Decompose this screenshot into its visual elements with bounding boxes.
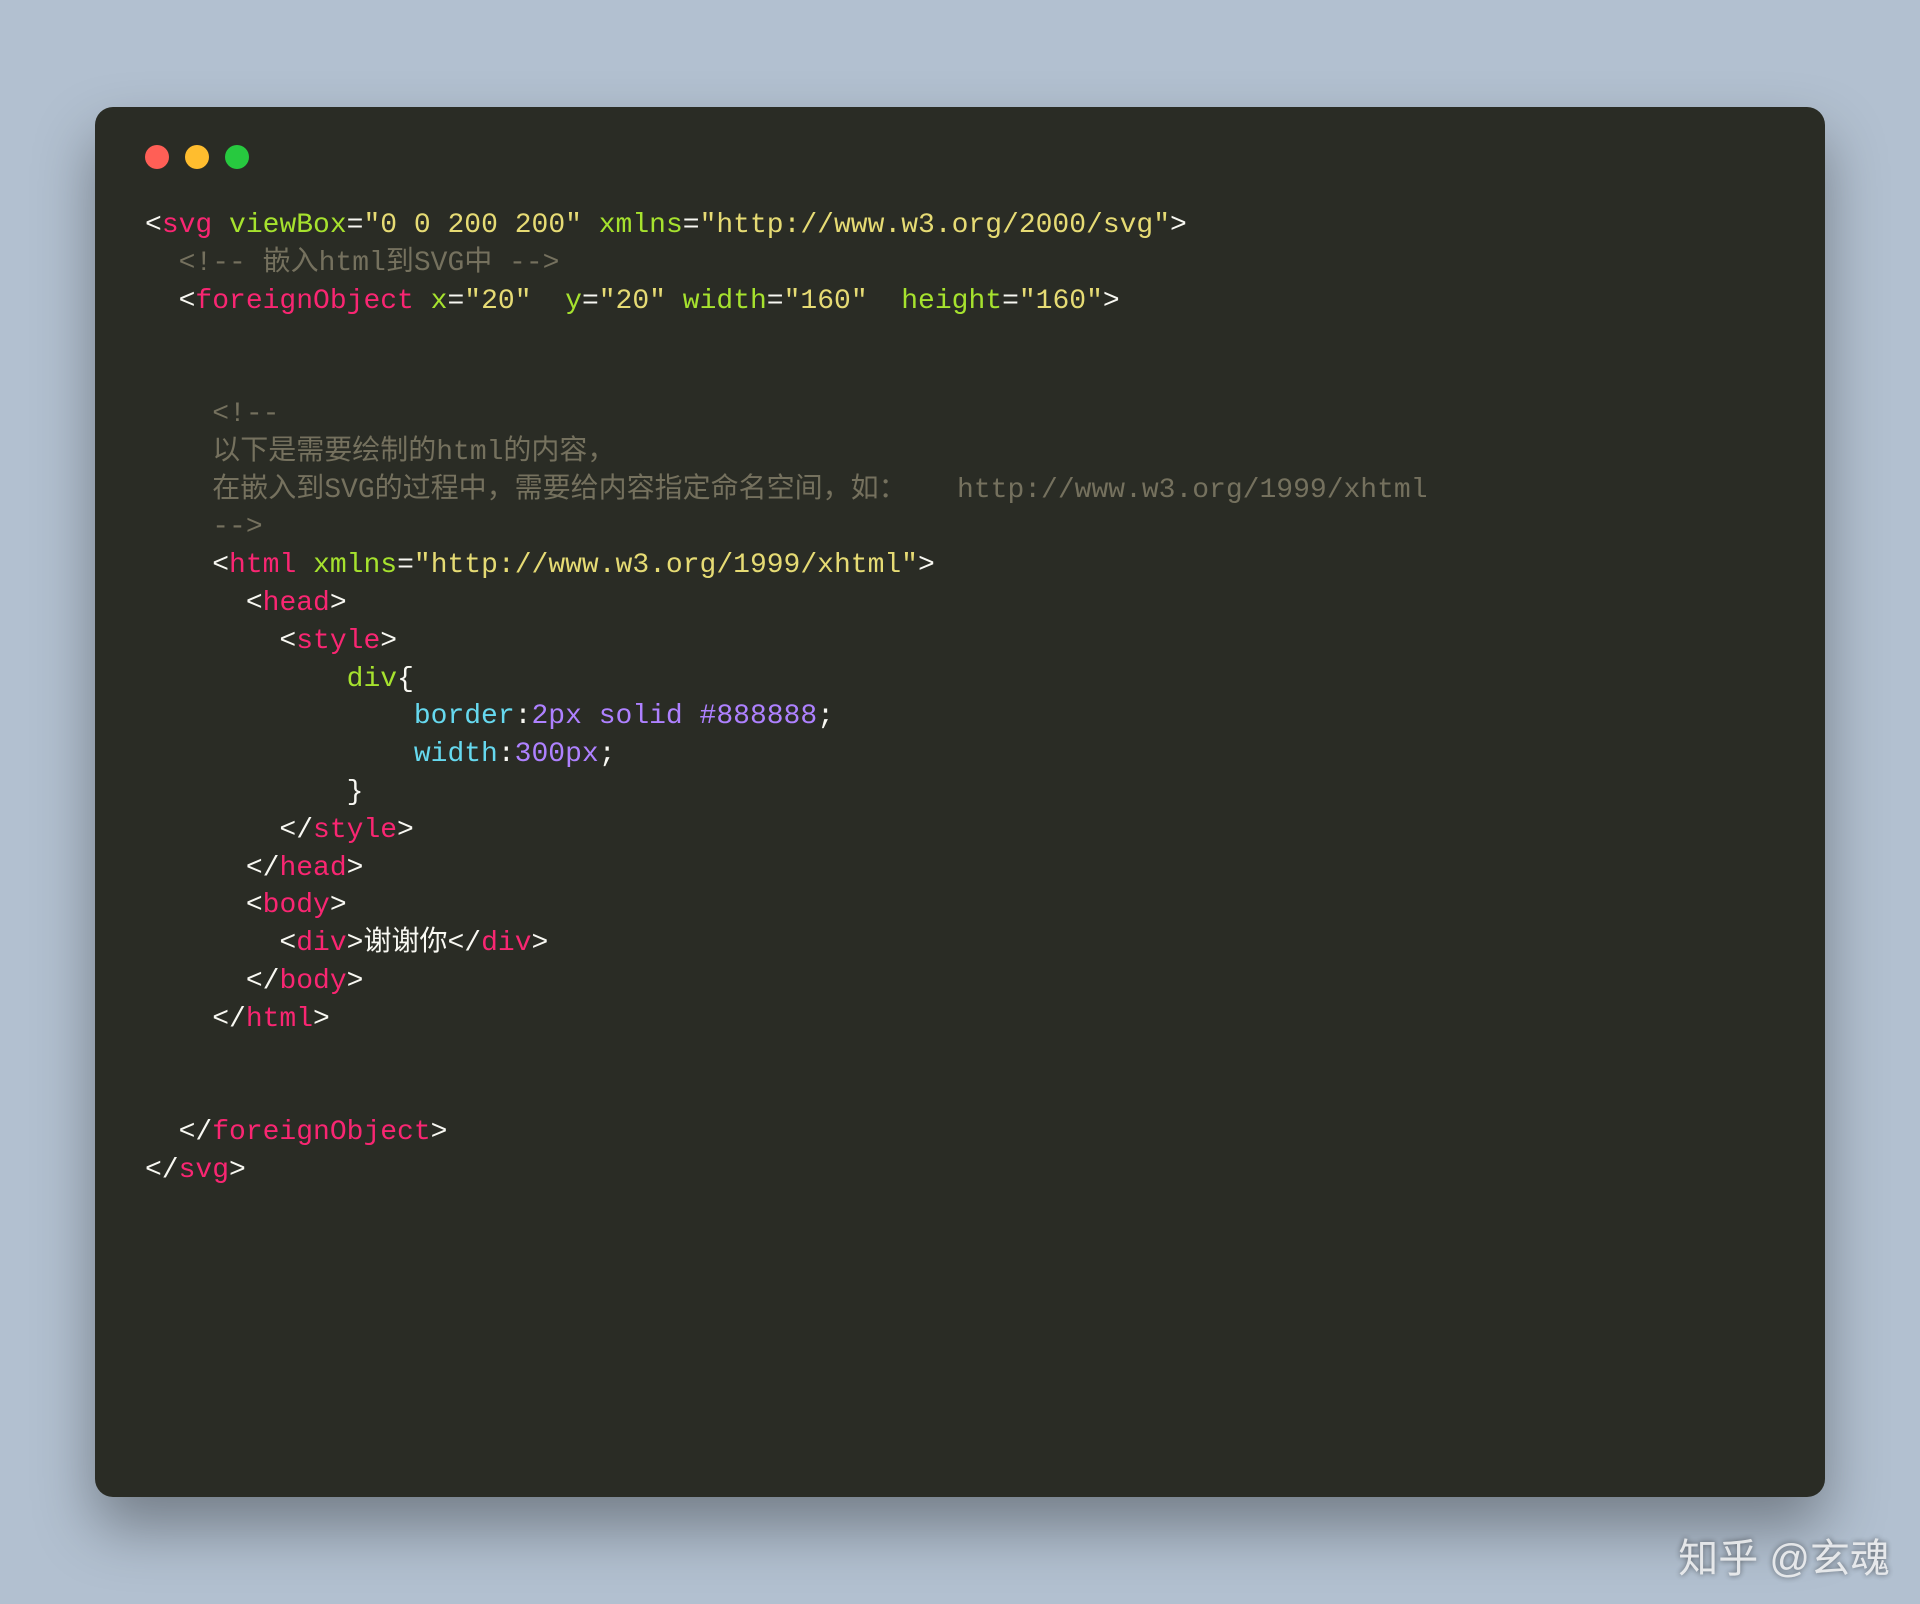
code-line: </foreignObject> [145, 1117, 447, 1148]
code-line: <foreignObject x="20" y="20" width="160"… [145, 286, 1120, 317]
code-line: <html xmlns="http://www.w3.org/1999/xhtm… [145, 550, 935, 581]
minimize-icon[interactable] [185, 145, 209, 169]
code-line: </body> [145, 966, 363, 997]
code-line: <head> [145, 588, 347, 619]
code-line: } [145, 777, 363, 808]
code-line: width:300px; [145, 739, 616, 770]
code-line: border:2px solid #888888; [145, 701, 834, 732]
code-line: 在嵌入到SVG的过程中，需要给内容指定命名空间，如： http://www.w3… [145, 475, 1428, 506]
close-icon[interactable] [145, 145, 169, 169]
code-window: <svg viewBox="0 0 200 200" xmlns="http:/… [95, 107, 1825, 1497]
code-line: --> [145, 512, 263, 543]
code-line: <!-- [145, 399, 279, 430]
traffic-lights [145, 145, 1775, 169]
watermark: 知乎 @玄魂 [1678, 1526, 1890, 1584]
code-line: <svg viewBox="0 0 200 200" xmlns="http:/… [145, 210, 1187, 241]
code-line: </style> [145, 815, 414, 846]
maximize-icon[interactable] [225, 145, 249, 169]
code-line: <style> [145, 626, 397, 657]
code-line: 以下是需要绘制的html的内容， [145, 437, 615, 468]
code-line: </svg> [145, 1155, 246, 1186]
code-block: <svg viewBox="0 0 200 200" xmlns="http:/… [145, 207, 1775, 1190]
code-line: div{ [145, 664, 414, 695]
code-line: <!-- 嵌入html到SVG中 --> [145, 248, 559, 279]
code-line: </html> [145, 1004, 330, 1035]
code-line: </head> [145, 853, 363, 884]
code-line: <div>谢谢你</div> [145, 928, 548, 959]
code-line: <body> [145, 890, 347, 921]
